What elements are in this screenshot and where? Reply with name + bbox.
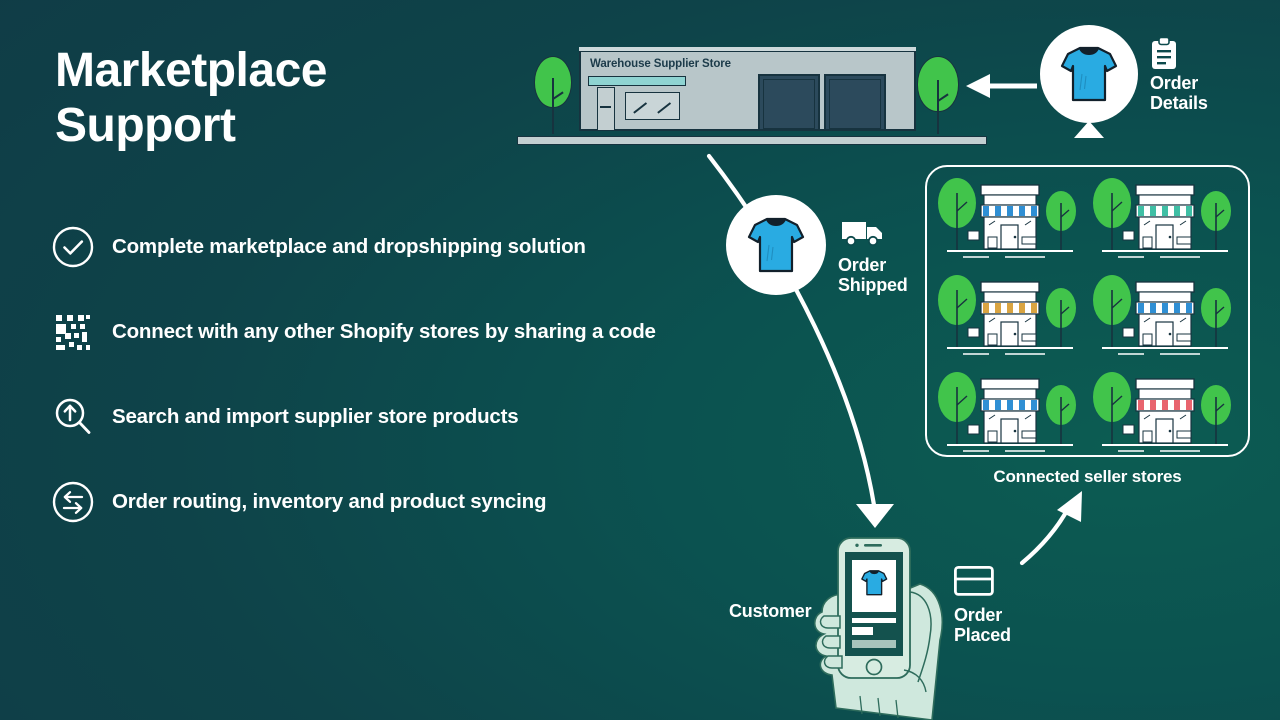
tree-right-icon (917, 56, 961, 134)
qr-code-icon (50, 309, 96, 355)
store-card (1088, 175, 1243, 272)
page-title: Marketplace Support (55, 44, 327, 152)
connected-stores-panel (925, 165, 1250, 457)
feature-label: Connect with any other Shopify stores by… (112, 320, 656, 343)
order-placed-caption: Order Placed (954, 605, 1011, 646)
tree-left-icon (534, 56, 574, 134)
feature-item-search-import: Search and import supplier store product… (50, 386, 710, 448)
check-circle-icon (50, 224, 96, 270)
clipboard-icon (1150, 36, 1178, 76)
order-shipped-node: Order Shipped (726, 195, 926, 305)
warehouse-window (625, 92, 680, 120)
warehouse-supplier-store-illustration: Warehouse Supplier Store (512, 30, 992, 145)
feature-item-order-routing: Order routing, inventory and product syn… (50, 471, 710, 533)
node-pointer-down (1074, 121, 1104, 138)
warehouse-sign-text: Warehouse Supplier Store (590, 58, 731, 70)
feature-item-complete-solution: Complete marketplace and dropshipping so… (50, 216, 710, 278)
feature-item-connect-stores: Connect with any other Shopify stores by… (50, 301, 710, 363)
store-card (933, 175, 1088, 272)
truck-icon (842, 220, 884, 253)
stores-grid (927, 167, 1248, 455)
search-import-icon (50, 394, 96, 440)
warehouse-door (597, 87, 615, 131)
feature-label: Search and import supplier store product… (112, 405, 519, 428)
warehouse-ground (517, 136, 987, 145)
warehouse-loading-bay (824, 74, 886, 131)
order-details-node: Order Details (1040, 25, 1280, 155)
order-shipped-caption: Order Shipped (838, 255, 908, 296)
warehouse-loading-bay (758, 74, 820, 131)
store-card (933, 272, 1088, 369)
feature-label: Order routing, inventory and product syn… (112, 490, 547, 513)
connected-stores-caption: Connected seller stores (993, 467, 1182, 486)
order-details-caption: Order Details (1150, 73, 1208, 114)
order-placed-node: Order Placed (950, 560, 1070, 655)
feature-list: Complete marketplace and dropshipping so… (50, 216, 710, 556)
slide-canvas: Marketplace Support Complete marketplace… (0, 0, 1280, 720)
store-card (933, 369, 1088, 466)
warehouse-roofline (579, 47, 916, 52)
sync-arrows-icon (50, 479, 96, 525)
feature-label: Complete marketplace and dropshipping so… (112, 235, 586, 258)
store-card (1088, 369, 1243, 466)
store-card (1088, 272, 1243, 369)
tshirt-icon (726, 195, 826, 295)
credit-card-icon (953, 565, 994, 601)
warehouse-awning (588, 76, 686, 86)
tshirt-icon (1040, 25, 1138, 123)
